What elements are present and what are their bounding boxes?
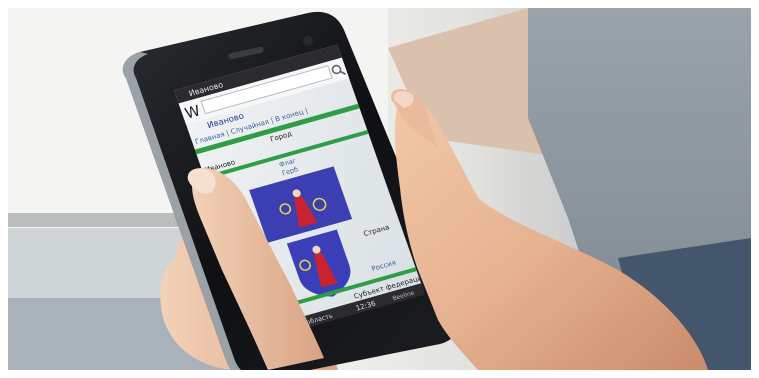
front-camera bbox=[303, 36, 313, 46]
photo-scene: Иваново W Иваново Главная | Случайная | … bbox=[8, 8, 751, 370]
scene-svg: Иваново W Иваново Главная | Случайная | … bbox=[8, 8, 751, 370]
